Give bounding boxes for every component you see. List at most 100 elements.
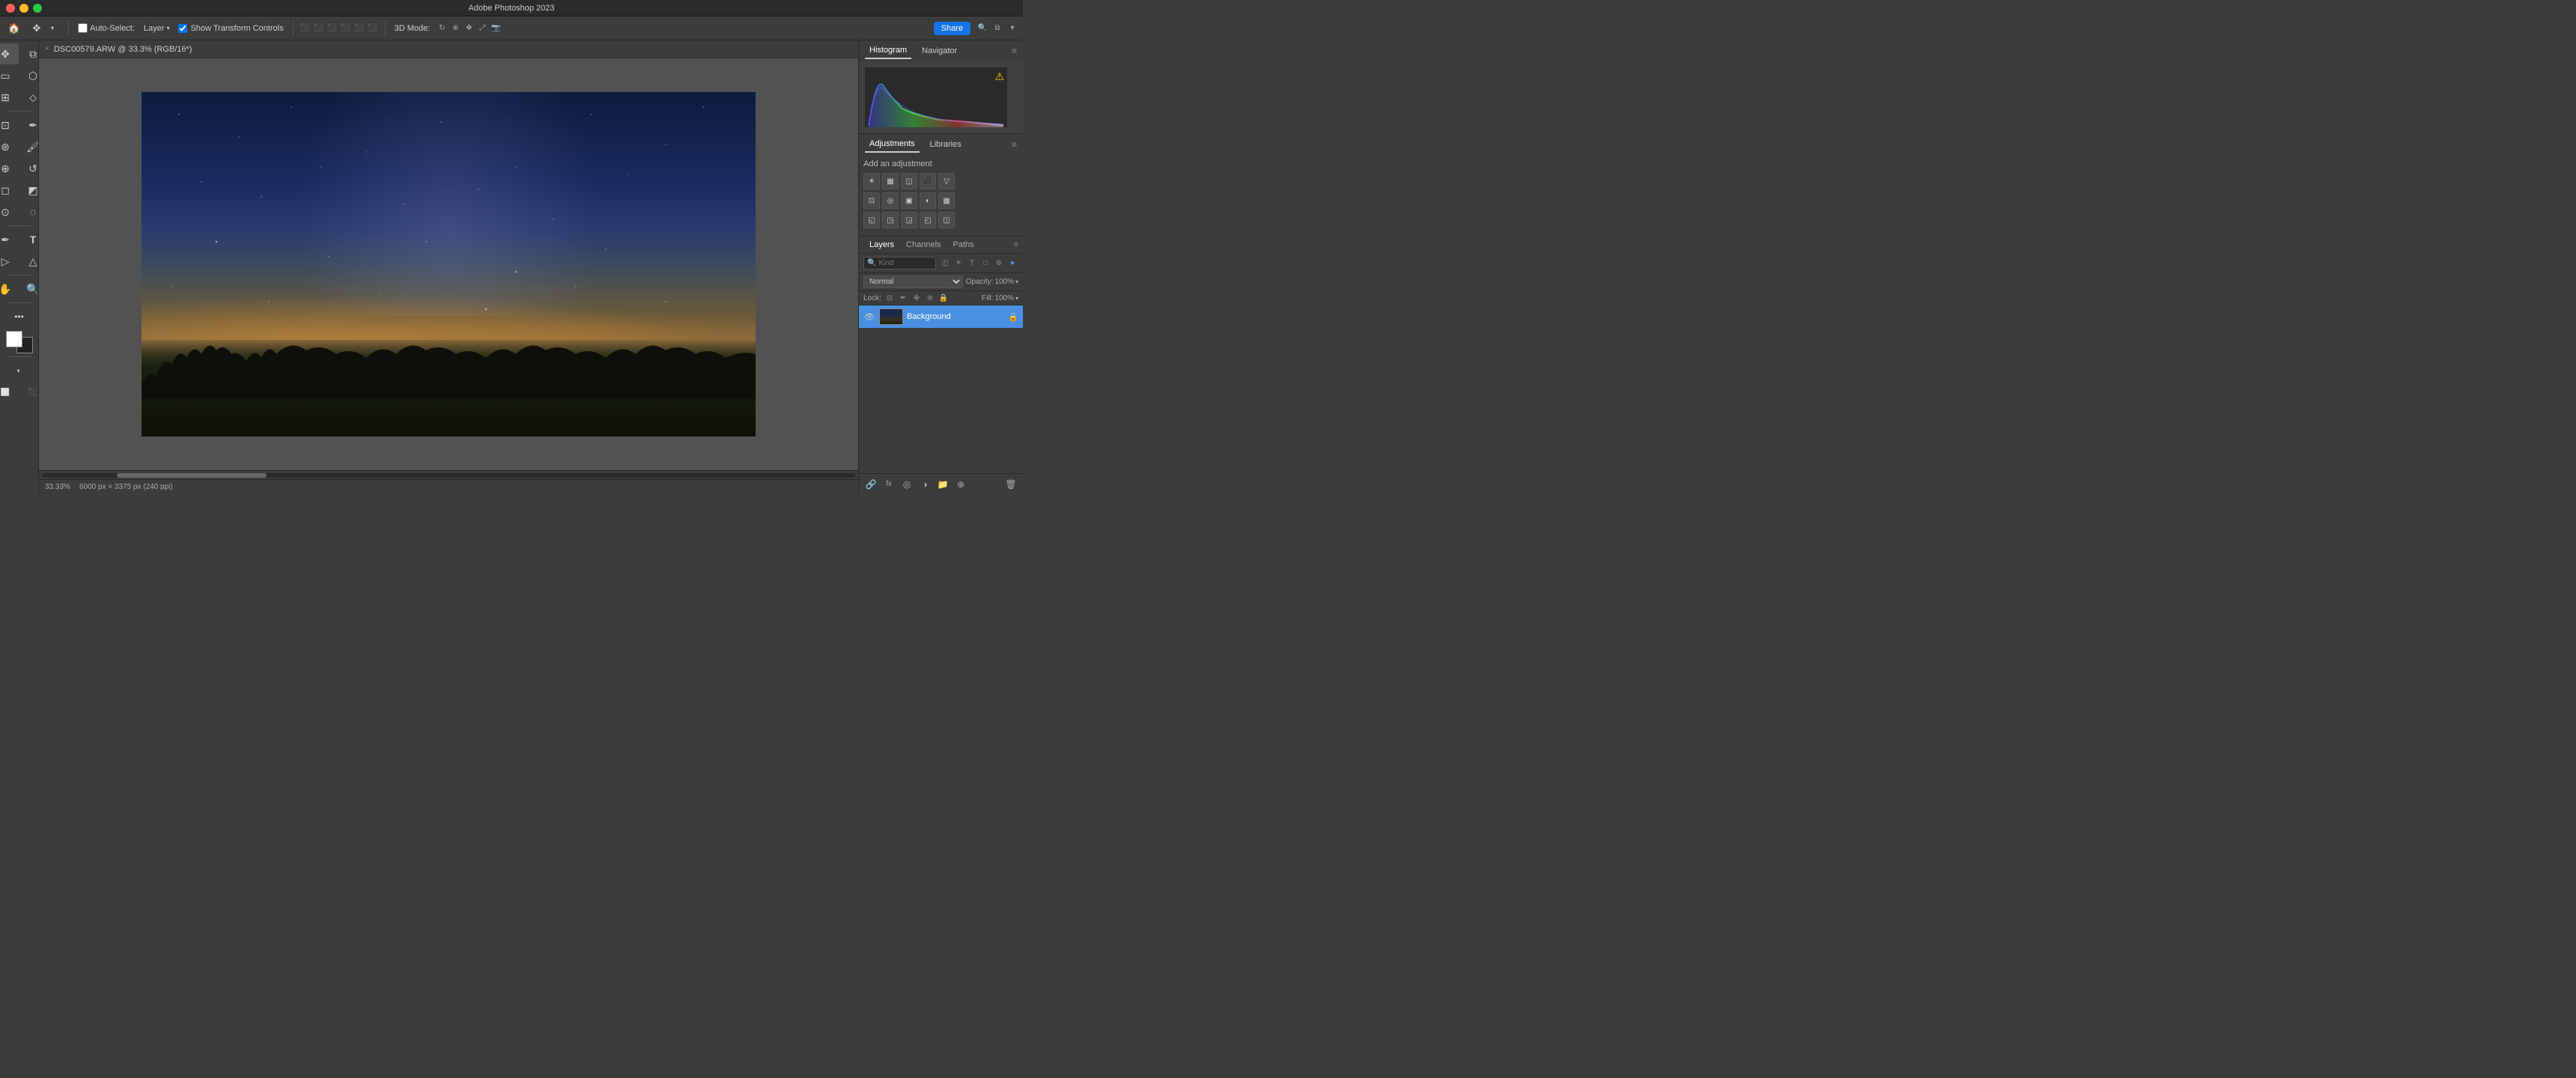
- lock-all-icon[interactable]: 🔒: [938, 293, 949, 303]
- tab-channels[interactable]: Channels: [900, 237, 947, 253]
- path-select-tool-btn[interactable]: ▷: [0, 251, 19, 272]
- home-button[interactable]: 🏠: [4, 20, 24, 37]
- rect-marquee-tool-btn[interactable]: ▭: [0, 65, 19, 86]
- filter-type-icon[interactable]: T: [966, 258, 978, 270]
- filter-smart-icon[interactable]: ⊕: [993, 258, 1005, 270]
- move-tool-btn[interactable]: ✥: [0, 43, 19, 64]
- posterize-btn[interactable]: ◲: [901, 212, 917, 228]
- hue-sat-btn[interactable]: ⊡: [863, 192, 880, 209]
- tab-histogram[interactable]: Histogram: [865, 43, 911, 59]
- align-bottom-icon[interactable]: ⬛: [367, 22, 379, 34]
- 3d-pan-icon[interactable]: ⊕: [449, 22, 461, 34]
- brightness-contrast-btn[interactable]: ☀: [863, 173, 880, 189]
- eyedropper-tool-btn[interactable]: ✒: [19, 115, 39, 135]
- color-swatches[interactable]: [6, 331, 33, 353]
- layer-group-btn[interactable]: 📁: [935, 477, 950, 492]
- gradient-map-btn[interactable]: ◫: [938, 212, 955, 228]
- invert-btn[interactable]: ◳: [882, 212, 899, 228]
- 3d-camera-icon[interactable]: 📷: [490, 22, 502, 34]
- zoom-tool-btn[interactable]: 🔍: [19, 278, 39, 299]
- minimize-button[interactable]: [19, 4, 28, 13]
- more-options-icon[interactable]: ▾: [1006, 22, 1018, 34]
- artboard-tool-btn[interactable]: ⧉: [19, 43, 39, 64]
- quick-select-tool-btn[interactable]: ⬦: [19, 87, 39, 108]
- quick-mask-btn[interactable]: ◐: [6, 360, 33, 381]
- tab-adjustments[interactable]: Adjustments: [865, 136, 920, 153]
- screen-mode-btn-2[interactable]: ⬛: [19, 382, 39, 403]
- align-center-v-icon[interactable]: ⬛: [353, 22, 365, 34]
- layer-item-background[interactable]: 👁 Background 🔒: [859, 305, 1023, 328]
- filter-shape-icon[interactable]: □: [979, 258, 991, 270]
- brush-tool-btn[interactable]: 🖌: [19, 136, 39, 157]
- text-tool-btn[interactable]: T: [19, 229, 39, 250]
- canvas-content[interactable]: [39, 58, 858, 470]
- layer-link-btn[interactable]: 🔗: [863, 477, 878, 492]
- lock-position-icon[interactable]: ⊕: [925, 293, 935, 303]
- tab-paths[interactable]: Paths: [947, 237, 980, 253]
- align-left-icon[interactable]: ⬛: [300, 22, 312, 34]
- curves-btn[interactable]: ◫: [901, 173, 917, 189]
- levels-btn[interactable]: ▦: [882, 173, 899, 189]
- adjustments-options-icon[interactable]: ≡: [1012, 139, 1017, 150]
- dodge-tool-btn[interactable]: ◌: [19, 201, 39, 222]
- align-right-icon[interactable]: ⬛: [326, 22, 338, 34]
- 3d-rotate-icon[interactable]: ↻: [436, 22, 448, 34]
- arrange-icon[interactable]: ⧉: [991, 22, 1003, 34]
- tab-layers[interactable]: Layers: [863, 237, 900, 253]
- bw-btn[interactable]: ▣: [901, 192, 917, 209]
- tool-type-select[interactable]: Layer ▾: [141, 22, 173, 34]
- layers-search-input[interactable]: [878, 259, 932, 267]
- 3d-scale-icon[interactable]: ⤢: [476, 22, 488, 34]
- delete-layer-btn[interactable]: 🗑: [1003, 477, 1018, 492]
- align-center-h-icon[interactable]: ⬛: [313, 22, 325, 34]
- layer-adjustment-btn[interactable]: ◑: [917, 477, 932, 492]
- blur-tool-btn[interactable]: ⊙: [0, 201, 19, 222]
- search-icon[interactable]: 🔍: [976, 22, 988, 34]
- opacity-control[interactable]: Opacity: 100% ▾: [966, 278, 1018, 286]
- photo-filter-btn[interactable]: ◐: [920, 192, 936, 209]
- blend-mode-select[interactable]: Normal: [863, 275, 963, 288]
- canvas-tab-close[interactable]: ×: [45, 45, 49, 53]
- exposure-btn[interactable]: ⬛: [920, 173, 936, 189]
- color-lookup-btn[interactable]: ◱: [863, 212, 880, 228]
- layers-options-icon[interactable]: ≡: [1014, 240, 1018, 249]
- pen-tool-btn[interactable]: ✒: [0, 229, 19, 250]
- gradient-tool-btn[interactable]: ◩: [19, 180, 39, 201]
- hand-tool-btn[interactable]: ✋: [0, 278, 19, 299]
- foreground-color-swatch[interactable]: [6, 331, 22, 347]
- transform-controls-option[interactable]: Show Transform Controls: [175, 22, 286, 34]
- maximize-button[interactable]: [33, 4, 42, 13]
- threshold-btn[interactable]: ◰: [920, 212, 936, 228]
- color-balance-btn[interactable]: ◎: [882, 192, 899, 209]
- stamp-tool-btn[interactable]: ⊕: [0, 158, 19, 179]
- tab-navigator[interactable]: Navigator: [917, 43, 962, 58]
- crop-tool-btn[interactable]: ⊡: [0, 115, 19, 135]
- layer-fx-btn[interactable]: fx: [881, 477, 896, 492]
- lock-transparent-icon[interactable]: ⊟: [884, 293, 895, 303]
- lasso-tool-btn[interactable]: ⬡: [19, 65, 39, 86]
- object-select-tool-btn[interactable]: ⊞: [0, 87, 19, 108]
- filter-adjust-icon[interactable]: ☀: [953, 258, 965, 270]
- spot-heal-tool-btn[interactable]: ⊛: [0, 136, 19, 157]
- history-brush-tool-btn[interactable]: ↺: [19, 158, 39, 179]
- histogram-options-icon[interactable]: ≡: [1012, 46, 1017, 56]
- shape-tool-btn[interactable]: △: [19, 251, 39, 272]
- channel-mixer-btn[interactable]: ▦: [938, 192, 955, 209]
- auto-select-checkbox[interactable]: [78, 23, 88, 33]
- new-layer-btn[interactable]: ⊕: [953, 477, 968, 492]
- lock-artboard-icon[interactable]: ✥: [911, 293, 922, 303]
- 3d-move-icon[interactable]: ✥: [463, 22, 475, 34]
- layers-search-box[interactable]: 🔍: [863, 257, 936, 270]
- screen-mode-btn[interactable]: ⬜: [0, 382, 19, 403]
- filter-pixel-icon[interactable]: ◫: [939, 258, 951, 270]
- filter-toggle-icon[interactable]: ●: [1006, 258, 1018, 270]
- align-top-icon[interactable]: ⬛: [340, 22, 352, 34]
- share-button[interactable]: Share: [934, 22, 970, 35]
- lock-image-icon[interactable]: ✒: [898, 293, 908, 303]
- transform-controls-checkbox[interactable]: [178, 24, 187, 33]
- layer-mask-btn[interactable]: ◎: [899, 477, 914, 492]
- fill-control[interactable]: Fill: 100% ▾: [982, 294, 1018, 302]
- eraser-tool-btn[interactable]: ◻: [0, 180, 19, 201]
- scrollbar-thumb[interactable]: [117, 473, 267, 478]
- layer-visibility-icon[interactable]: 👁: [863, 311, 875, 323]
